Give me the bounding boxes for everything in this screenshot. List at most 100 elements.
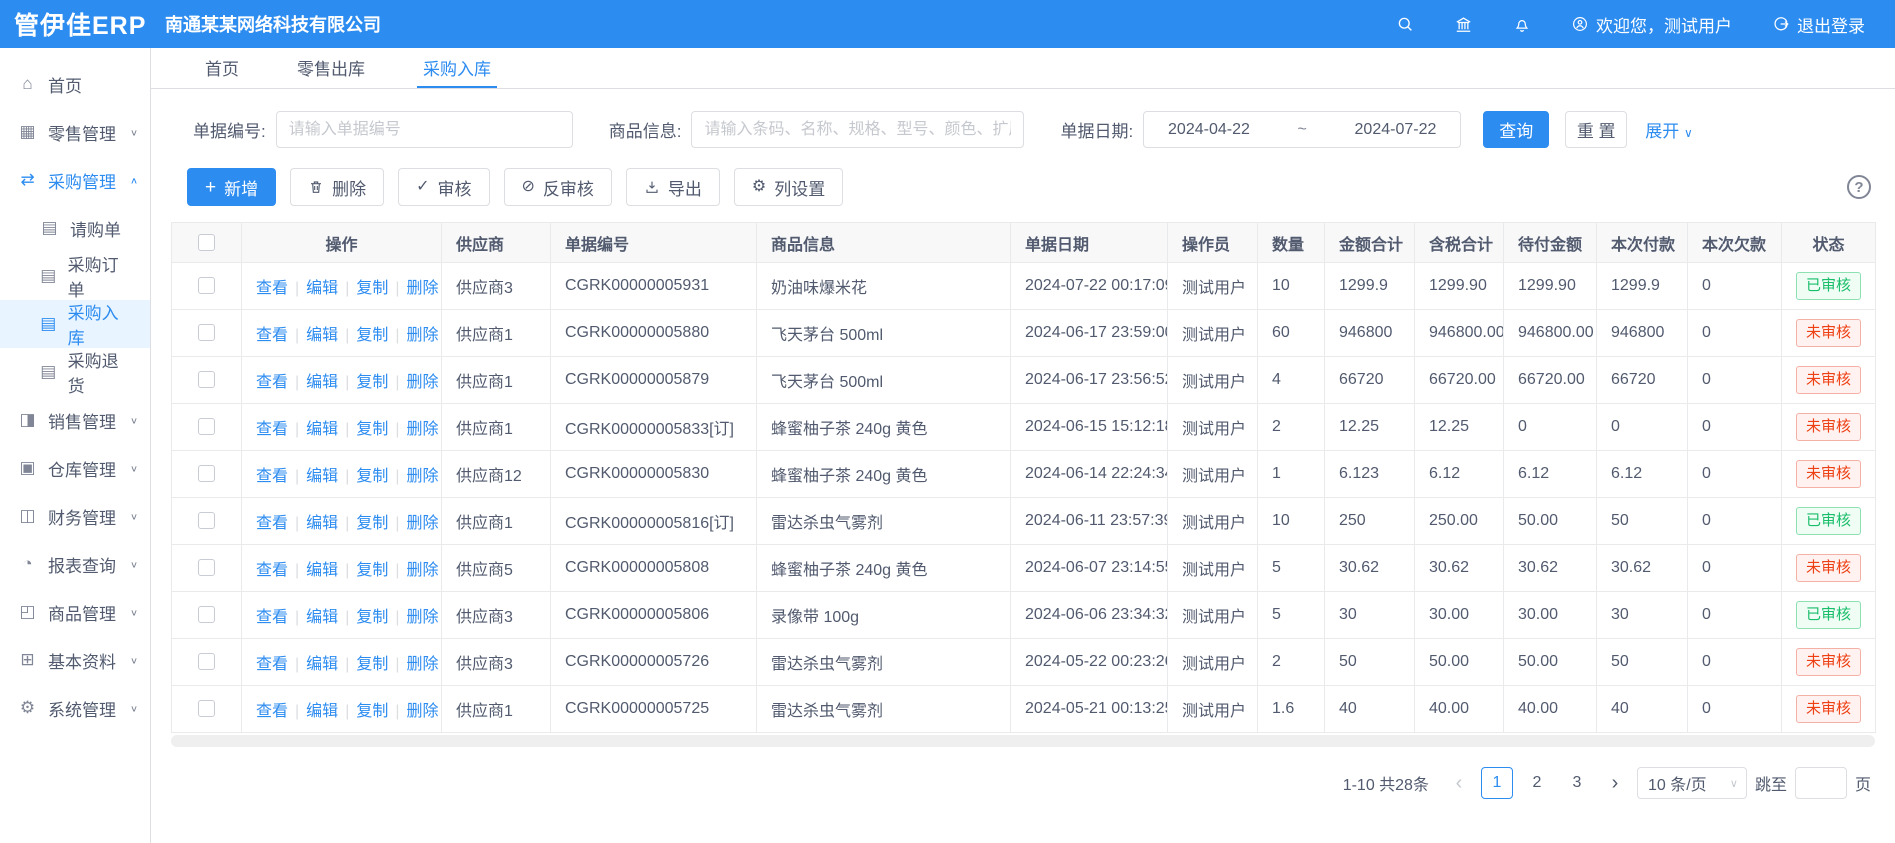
cell-payable: 946800.00 [1504, 310, 1597, 357]
view-link[interactable]: 查看 [256, 515, 288, 532]
user-menu[interactable]: 欢迎您，测试用户 [1571, 12, 1732, 37]
copy-link[interactable]: 复制 [356, 515, 388, 532]
edit-link[interactable]: 编辑 [306, 374, 338, 391]
copy-link[interactable]: 复制 [356, 374, 388, 391]
view-link[interactable]: 查看 [256, 468, 288, 485]
row-checkbox[interactable] [198, 606, 215, 623]
tab-retail-outbound[interactable]: 零售出库 [291, 48, 371, 88]
product-info-input[interactable] [691, 111, 1024, 148]
column-header-payable: 待付金额 [1504, 223, 1597, 263]
page-button-3[interactable]: 3 [1561, 767, 1593, 799]
search-button[interactable]: 查询 [1483, 111, 1549, 148]
select-all-checkbox[interactable] [198, 234, 215, 251]
next-page-button[interactable]: › [1601, 772, 1629, 795]
row-checkbox[interactable] [198, 371, 215, 388]
page-button-1[interactable]: 1 [1481, 767, 1513, 799]
row-checkbox[interactable] [198, 653, 215, 670]
delete-link[interactable]: 删除 [407, 656, 439, 673]
sidebar-item-home[interactable]: ⌂ 首页 [0, 60, 150, 108]
help-icon[interactable]: ? [1847, 175, 1871, 199]
view-link[interactable]: 查看 [256, 421, 288, 438]
edit-link[interactable]: 编辑 [306, 515, 338, 532]
delete-link[interactable]: 删除 [407, 327, 439, 344]
row-checkbox[interactable] [198, 512, 215, 529]
logout-button[interactable]: 退出登录 [1772, 12, 1865, 37]
copy-link[interactable]: 复制 [356, 562, 388, 579]
delete-link[interactable]: 删除 [407, 374, 439, 391]
row-checkbox[interactable] [198, 465, 215, 482]
sidebar-item-reports[interactable]: ◔ 报表查询 ∨ [0, 540, 150, 588]
sidebar-item-finance[interactable]: ◫ 财务管理 ∨ [0, 492, 150, 540]
edit-link[interactable]: 编辑 [306, 468, 338, 485]
date-end[interactable]: 2024-07-22 [1355, 121, 1437, 139]
search-icon[interactable] [1396, 15, 1414, 33]
cell-amount-tax: 30.00 [1415, 592, 1504, 639]
row-checkbox[interactable] [198, 559, 215, 576]
unaudit-button[interactable]: ⊘ 反审核 [504, 168, 612, 206]
sidebar-item-basic-data[interactable]: ⊞ 基本资料 ∨ [0, 636, 150, 684]
sidebar-item-system[interactable]: ⚙ 系统管理 ∨ [0, 684, 150, 732]
row-checkbox[interactable] [198, 418, 215, 435]
edit-link[interactable]: 编辑 [306, 562, 338, 579]
edit-link[interactable]: 编辑 [306, 656, 338, 673]
view-link[interactable]: 查看 [256, 280, 288, 297]
edit-link[interactable]: 编辑 [306, 421, 338, 438]
delete-link[interactable]: 删除 [407, 609, 439, 626]
sidebar-item-warehouse[interactable]: ▣ 仓库管理 ∨ [0, 444, 150, 492]
sidebar-item-purchase-return[interactable]: ▤ 采购退货 [0, 348, 150, 396]
sidebar-item-sales[interactable]: ◨ 销售管理 ∨ [0, 396, 150, 444]
row-checkbox[interactable] [198, 277, 215, 294]
cell-supplier: 供应商3 [442, 639, 551, 686]
view-link[interactable]: 查看 [256, 374, 288, 391]
copy-link[interactable]: 复制 [356, 280, 388, 297]
view-link[interactable]: 查看 [256, 609, 288, 626]
reset-button[interactable]: 重 置 [1565, 111, 1627, 148]
view-link[interactable]: 查看 [256, 703, 288, 720]
copy-link[interactable]: 复制 [356, 656, 388, 673]
bank-icon[interactable] [1454, 15, 1473, 34]
horizontal-scrollbar[interactable] [171, 735, 1875, 747]
add-button[interactable]: + 新增 [187, 168, 276, 206]
order-no-input[interactable] [276, 111, 573, 148]
date-range-picker[interactable]: 2024-04-22 ~ 2024-07-22 [1143, 111, 1461, 148]
sidebar-item-purchase[interactable]: ⇄ 采购管理 ∧ [0, 156, 150, 204]
sidebar-item-purchase-inbound[interactable]: ▤ 采购入库 [0, 300, 150, 348]
view-link[interactable]: 查看 [256, 562, 288, 579]
copy-link[interactable]: 复制 [356, 327, 388, 344]
tab-purchase-inbound[interactable]: 采购入库 [417, 48, 497, 88]
sidebar-item-purchase-request[interactable]: ▤ 请购单 [0, 204, 150, 252]
copy-link[interactable]: 复制 [356, 609, 388, 626]
copy-link[interactable]: 复制 [356, 703, 388, 720]
edit-link[interactable]: 编辑 [306, 280, 338, 297]
sidebar-item-retail[interactable]: ▦ 零售管理 ∨ [0, 108, 150, 156]
view-link[interactable]: 查看 [256, 656, 288, 673]
column-settings-button[interactable]: ⚙ 列设置 [734, 168, 843, 206]
delete-link[interactable]: 删除 [407, 421, 439, 438]
row-checkbox[interactable] [198, 700, 215, 717]
delete-button[interactable]: 删除 [290, 168, 384, 206]
row-checkbox[interactable] [198, 324, 215, 341]
page-button-2[interactable]: 2 [1521, 767, 1553, 799]
export-button[interactable]: 导出 [626, 168, 720, 206]
date-start[interactable]: 2024-04-22 [1168, 121, 1250, 139]
delete-link[interactable]: 删除 [407, 280, 439, 297]
delete-link[interactable]: 删除 [407, 468, 439, 485]
edit-link[interactable]: 编辑 [306, 609, 338, 626]
delete-link[interactable]: 删除 [407, 703, 439, 720]
copy-link[interactable]: 复制 [356, 468, 388, 485]
bell-icon[interactable] [1513, 15, 1531, 33]
sidebar-item-purchase-order[interactable]: ▤ 采购订单 [0, 252, 150, 300]
prev-page-button[interactable]: ‹ [1445, 772, 1473, 795]
sidebar-item-goods[interactable]: ◰ 商品管理 ∨ [0, 588, 150, 636]
audit-button[interactable]: ✓ 审核 [398, 168, 489, 206]
copy-link[interactable]: 复制 [356, 421, 388, 438]
tab-home[interactable]: 首页 [199, 48, 245, 88]
view-link[interactable]: 查看 [256, 327, 288, 344]
edit-link[interactable]: 编辑 [306, 703, 338, 720]
delete-link[interactable]: 删除 [407, 562, 439, 579]
delete-link[interactable]: 删除 [407, 515, 439, 532]
edit-link[interactable]: 编辑 [306, 327, 338, 344]
page-size-select[interactable]: 10 条/页 ∨ [1637, 767, 1747, 799]
expand-link[interactable]: 展开 ∨ [1645, 117, 1693, 142]
jump-page-input[interactable] [1795, 767, 1847, 799]
